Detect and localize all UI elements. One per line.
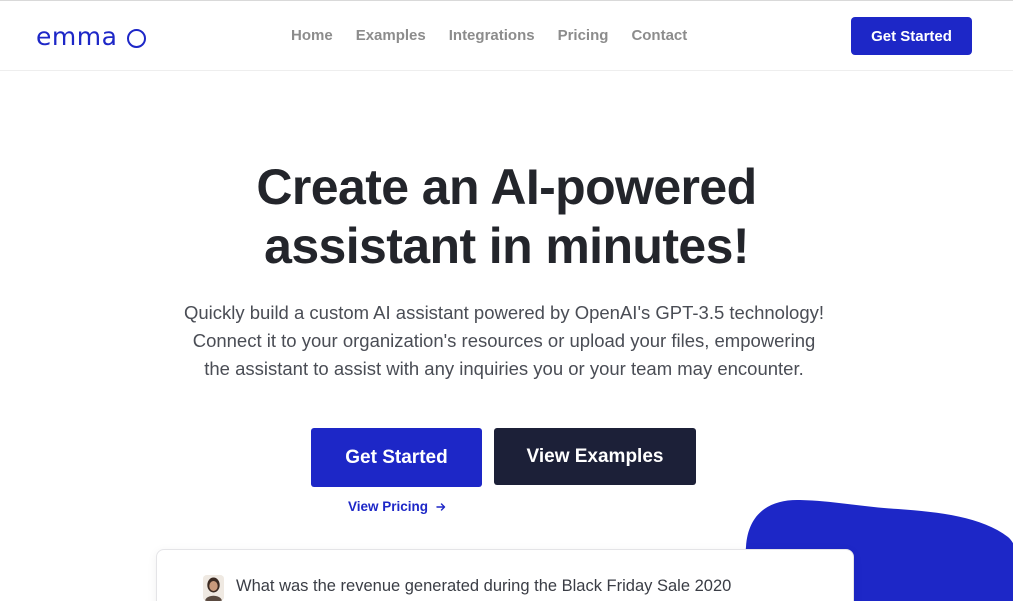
view-examples-button[interactable]: View Examples (494, 428, 696, 485)
hero-title: Create an AI-powered assistant in minute… (0, 158, 1013, 276)
nav-integrations-link[interactable]: Integrations (449, 27, 535, 45)
logo-ring-icon (127, 28, 147, 48)
nav-home-link[interactable]: Home (291, 27, 333, 45)
view-pricing-label: View Pricing (348, 499, 429, 514)
hero-subtitle-line-3: the assistant to assist with any inquiri… (204, 358, 804, 379)
chat-preview-card: What was the revenue generated during th… (156, 549, 854, 601)
nav-pricing-link[interactable]: Pricing (558, 27, 609, 45)
chat-question-text: What was the revenue generated during th… (236, 577, 732, 595)
main-nav: Home Examples Integrations Pricing Conta… (291, 27, 687, 45)
brand-logo[interactable]: emma (36, 22, 147, 52)
hero-title-line-1: Create an AI-powered (256, 159, 757, 215)
user-avatar-icon (203, 575, 224, 601)
hero-title-line-2: assistant in minutes! (264, 218, 749, 274)
landing-page: emma Home Examples Integrations Pricing … (0, 0, 1013, 601)
hero-subtitle: Quickly build a custom AI assistant powe… (140, 299, 868, 383)
hero-subtitle-line-2: Connect it to your organization's resour… (192, 330, 816, 351)
nav-examples-link[interactable]: Examples (356, 27, 426, 45)
arrow-right-icon (436, 503, 446, 511)
brand-name: emma (36, 22, 118, 51)
hero-get-started-button[interactable]: Get Started (311, 428, 482, 487)
nav-contact-link[interactable]: Contact (631, 27, 687, 45)
site-header: emma Home Examples Integrations Pricing … (0, 0, 1013, 71)
user-avatar (203, 575, 224, 601)
header-top-border (0, 0, 1013, 1)
view-pricing-link[interactable]: View Pricing (348, 499, 446, 515)
hero-subtitle-line-1: Quickly build a custom AI assistant powe… (183, 302, 825, 323)
header-get-started-button[interactable]: Get Started (851, 17, 972, 55)
